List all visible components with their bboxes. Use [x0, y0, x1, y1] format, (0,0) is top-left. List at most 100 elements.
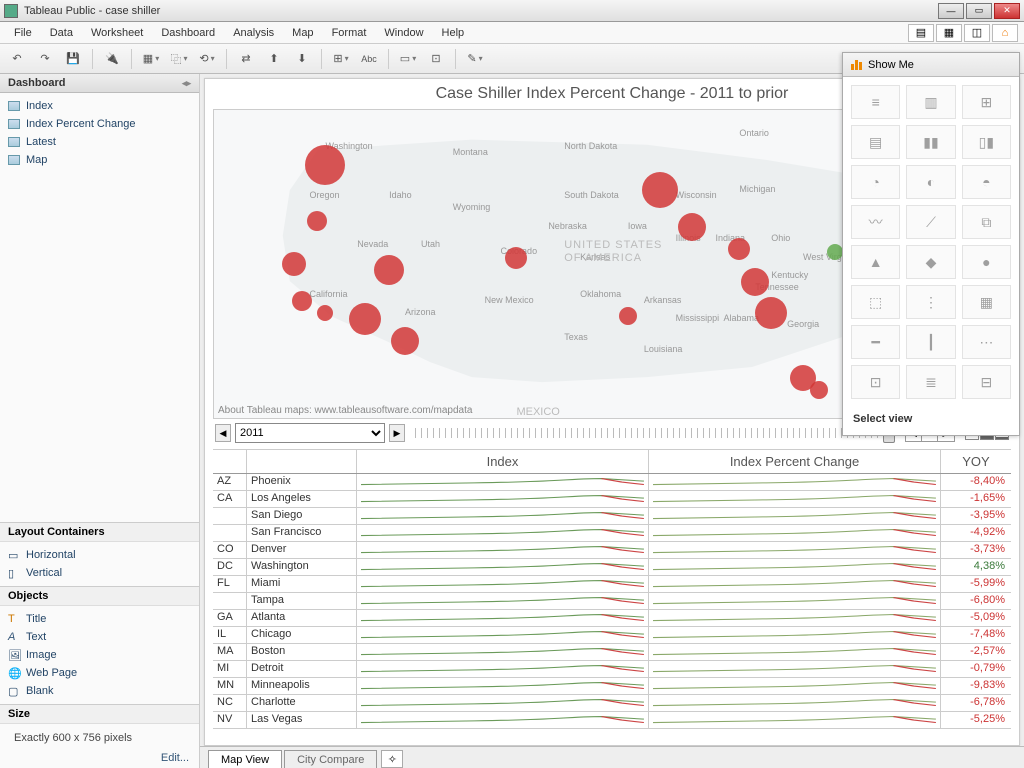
map-bubble[interactable] — [619, 307, 637, 325]
showme-viz-option[interactable]: ● — [962, 245, 1011, 279]
menu-format[interactable]: Format — [324, 24, 375, 42]
year-select[interactable]: 2011 — [235, 423, 385, 443]
table-row[interactable]: MI Detroit -0,79% — [213, 661, 1011, 678]
menu-file[interactable]: File — [6, 24, 40, 42]
clear-button[interactable]: ⟲ — [196, 48, 218, 70]
menu-help[interactable]: Help — [434, 24, 473, 42]
table-row[interactable]: San Diego -3,95% — [213, 508, 1011, 525]
minimize-button[interactable]: — — [938, 3, 964, 19]
swap-button[interactable]: ⇄ — [235, 48, 257, 70]
table-row[interactable]: MA Boston -2,57% — [213, 644, 1011, 661]
map-bubble[interactable] — [391, 327, 419, 355]
year-slider[interactable] — [415, 428, 895, 438]
showme-viz-option[interactable]: ◐ — [906, 165, 955, 199]
showme-viz-option[interactable]: ━ — [851, 325, 900, 359]
home-button[interactable]: ⌂ — [992, 24, 1018, 42]
year-next-button[interactable]: ▶ — [389, 424, 405, 442]
sheet-item[interactable]: Map — [0, 151, 199, 169]
showme-viz-option[interactable]: ◆ — [906, 245, 955, 279]
maximize-button[interactable]: ▭ — [966, 3, 992, 19]
menu-dashboard[interactable]: Dashboard — [153, 24, 223, 42]
map-bubble[interactable] — [755, 297, 787, 329]
menu-data[interactable]: Data — [42, 24, 81, 42]
showme-viz-option[interactable]: ▯▮ — [962, 125, 1011, 159]
table-row[interactable]: MN Minneapolis -9,83% — [213, 678, 1011, 695]
showme-viz-option[interactable]: ⬚ — [851, 285, 900, 319]
new-worksheet-button[interactable]: ▦ — [140, 48, 162, 70]
table-row[interactable]: NV Las Vegas -5,25% — [213, 712, 1011, 729]
object-webpage[interactable]: 🌐Web Page — [0, 664, 199, 682]
map-bubble[interactable] — [827, 244, 843, 260]
menu-map[interactable]: Map — [284, 24, 321, 42]
map-bubble[interactable] — [307, 211, 327, 231]
close-button[interactable]: ✕ — [994, 3, 1020, 19]
year-prev-button[interactable]: ◀ — [215, 424, 231, 442]
map-bubble[interactable] — [349, 303, 381, 335]
table-row[interactable]: AZ Phoenix -8,40% — [213, 474, 1011, 491]
map-bubble[interactable] — [741, 268, 769, 296]
showme-viz-option[interactable]: ◔ — [851, 165, 900, 199]
map-bubble[interactable] — [317, 305, 333, 321]
map-bubble[interactable] — [678, 213, 706, 241]
table-row[interactable]: DC Washington 4,38% — [213, 559, 1011, 576]
presentation-button[interactable]: ▭ — [397, 48, 419, 70]
map-bubble[interactable] — [505, 247, 527, 269]
showme-viz-option[interactable]: ⋮ — [906, 285, 955, 319]
showme-viz-option[interactable]: ▤ — [851, 125, 900, 159]
layout-horizontal[interactable]: ▭Horizontal — [0, 546, 199, 564]
size-edit-link[interactable]: Edit... — [0, 752, 199, 768]
showme-viz-option[interactable]: ◓ — [962, 165, 1011, 199]
showme-viz-option[interactable]: ▲ — [851, 245, 900, 279]
tab-city-compare[interactable]: City Compare — [284, 750, 377, 768]
fit-button[interactable]: ⊡ — [425, 48, 447, 70]
showme-viz-option[interactable]: ⋯ — [962, 325, 1011, 359]
showme-viz-option[interactable]: ⧉ — [962, 205, 1011, 239]
table-row[interactable]: CA Los Angeles -1,65% — [213, 491, 1011, 508]
menu-worksheet[interactable]: Worksheet — [83, 24, 151, 42]
map-bubble[interactable] — [305, 145, 345, 185]
view-grid-button[interactable]: ▦ — [936, 24, 962, 42]
showme-viz-option[interactable]: ⟋ — [906, 205, 955, 239]
show-me-head[interactable]: Show Me — [843, 53, 1019, 77]
sort-desc-button[interactable]: ⬇ — [291, 48, 313, 70]
showme-viz-option[interactable]: ⊞ — [962, 85, 1011, 119]
table-row[interactable]: San Francisco -4,92% — [213, 525, 1011, 542]
map-bubble[interactable] — [810, 381, 828, 399]
sort-asc-button[interactable]: ⬆ — [263, 48, 285, 70]
object-text[interactable]: AText — [0, 628, 199, 646]
group-button[interactable]: ⊞ — [330, 48, 352, 70]
showme-viz-option[interactable]: ⊟ — [962, 365, 1011, 399]
showme-viz-option[interactable]: ▥ — [906, 85, 955, 119]
undo-button[interactable]: ↶ — [6, 48, 28, 70]
view-cards-button[interactable]: ▤ — [908, 24, 934, 42]
showme-viz-option[interactable]: ⊡ — [851, 365, 900, 399]
collapse-icon[interactable]: ◂▸ — [182, 78, 191, 89]
sheet-item[interactable]: Latest — [0, 133, 199, 151]
save-button[interactable]: 💾 — [62, 48, 84, 70]
highlight-button[interactable]: ✎ — [464, 48, 486, 70]
showme-viz-option[interactable]: ≡ — [851, 85, 900, 119]
connect-data-button[interactable]: 🔌 — [101, 48, 123, 70]
showme-viz-option[interactable]: ▦ — [962, 285, 1011, 319]
map-bubble[interactable] — [728, 238, 750, 260]
redo-button[interactable]: ↷ — [34, 48, 56, 70]
map-bubble[interactable] — [282, 252, 306, 276]
map-bubble[interactable] — [642, 172, 678, 208]
object-image[interactable]: 🖼Image — [0, 646, 199, 664]
table-row[interactable]: CO Denver -3,73% — [213, 542, 1011, 559]
duplicate-button[interactable]: ⿻ — [168, 48, 190, 70]
object-title[interactable]: TTitle — [0, 610, 199, 628]
menu-analysis[interactable]: Analysis — [225, 24, 282, 42]
object-blank[interactable]: ▢Blank — [0, 682, 199, 700]
map-bubble[interactable] — [374, 255, 404, 285]
showme-viz-option[interactable]: ▮▮ — [906, 125, 955, 159]
menu-window[interactable]: Window — [376, 24, 431, 42]
table-row[interactable]: FL Miami -5,99% — [213, 576, 1011, 593]
sheet-item[interactable]: Index — [0, 97, 199, 115]
view-cube-button[interactable]: ◫ — [964, 24, 990, 42]
tab-map-view[interactable]: Map View — [208, 750, 282, 768]
table-row[interactable]: GA Atlanta -5,09% — [213, 610, 1011, 627]
sheet-item[interactable]: Index Percent Change — [0, 115, 199, 133]
showme-viz-option[interactable]: 〰 — [851, 205, 900, 239]
abc-button[interactable]: Abc — [358, 48, 380, 70]
